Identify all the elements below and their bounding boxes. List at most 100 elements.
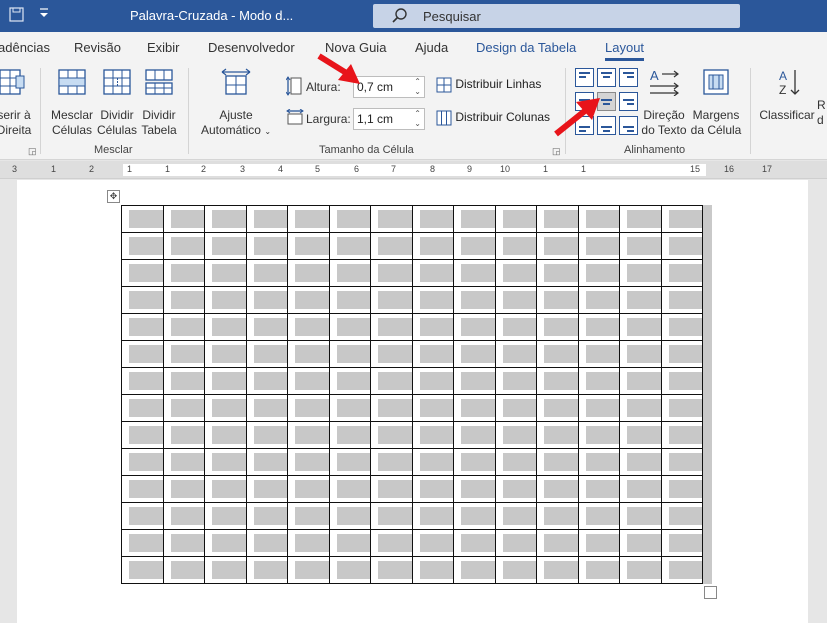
sort-button[interactable]: AZ Classificar [758, 68, 816, 123]
search-box[interactable]: Pesquisar [373, 4, 740, 28]
table-cell[interactable] [577, 340, 620, 368]
table-cell[interactable] [494, 205, 537, 233]
autofit-button[interactable]: Ajuste Automático ⌄ [194, 68, 278, 139]
table-cell[interactable] [619, 232, 662, 260]
table-cell[interactable] [287, 259, 330, 287]
table-cell[interactable] [204, 367, 247, 395]
table-cell[interactable] [204, 313, 247, 341]
table-cell[interactable] [121, 340, 164, 368]
table-cell[interactable] [162, 286, 205, 314]
table-cell[interactable] [660, 529, 703, 557]
table-cell[interactable] [536, 286, 579, 314]
table-cell[interactable] [411, 448, 454, 476]
table-cell[interactable] [204, 529, 247, 557]
table-cell[interactable] [577, 556, 620, 584]
table-cell[interactable] [660, 286, 703, 314]
table-cell[interactable] [411, 259, 454, 287]
horizontal-ruler[interactable]: 3 1 2 1 1 2 3 4 5 6 7 8 9 10 1 1 15 16 1… [0, 161, 827, 179]
table-cell[interactable] [121, 313, 164, 341]
table-cell[interactable] [328, 421, 371, 449]
table-cell[interactable] [536, 232, 579, 260]
table-cell[interactable] [245, 340, 288, 368]
table-cell[interactable] [660, 502, 703, 530]
table-cell[interactable] [287, 529, 330, 557]
table-cell[interactable] [162, 556, 205, 584]
table-cell[interactable] [121, 259, 164, 287]
table-cell[interactable] [577, 475, 620, 503]
table-cell[interactable] [453, 529, 496, 557]
table-cell[interactable] [328, 502, 371, 530]
table-cell[interactable] [328, 529, 371, 557]
table-cell[interactable] [619, 502, 662, 530]
table-cell[interactable] [370, 367, 413, 395]
merge-cells-button[interactable]: Mesclar Células [49, 68, 95, 138]
table-cell[interactable] [660, 448, 703, 476]
table-cell[interactable] [411, 205, 454, 233]
table-cell[interactable] [162, 232, 205, 260]
table-cell[interactable] [245, 421, 288, 449]
table-cell[interactable] [287, 205, 330, 233]
split-cells-button[interactable]: Dividir Células [95, 68, 139, 138]
table-cell[interactable] [536, 448, 579, 476]
table-cell[interactable] [287, 286, 330, 314]
table-cell[interactable] [245, 205, 288, 233]
table-cell[interactable] [660, 232, 703, 260]
table-cell[interactable] [494, 340, 537, 368]
table-cell[interactable] [328, 367, 371, 395]
table-cell[interactable] [287, 232, 330, 260]
table-cell[interactable] [411, 367, 454, 395]
table-cell[interactable] [536, 205, 579, 233]
table-cell[interactable] [121, 232, 164, 260]
table-cell[interactable] [494, 313, 537, 341]
table-cell[interactable] [245, 367, 288, 395]
table-cell[interactable] [162, 205, 205, 233]
table-cell[interactable] [536, 475, 579, 503]
table-cell[interactable] [411, 475, 454, 503]
table-cell[interactable] [619, 475, 662, 503]
table-cell[interactable] [370, 502, 413, 530]
align-middle-right-button[interactable] [619, 92, 638, 111]
table-cell[interactable] [453, 232, 496, 260]
table-cell[interactable] [577, 529, 620, 557]
table-cell[interactable] [453, 421, 496, 449]
width-input[interactable]: 1,1 cm ⌃ ⌄ [353, 108, 425, 130]
table-cell[interactable] [370, 313, 413, 341]
table-cell[interactable] [121, 448, 164, 476]
table-cell[interactable] [411, 313, 454, 341]
tab-revisao[interactable]: Revisão [74, 40, 121, 55]
table-cell[interactable] [204, 394, 247, 422]
table-cell[interactable] [245, 502, 288, 530]
spinner-arrows-icon[interactable]: ⌃ ⌄ [414, 77, 421, 97]
table-cell[interactable] [411, 394, 454, 422]
table-cell[interactable] [287, 502, 330, 530]
table-cell[interactable] [660, 394, 703, 422]
table-cell[interactable] [619, 205, 662, 233]
split-table-button[interactable]: Dividir Tabela [139, 68, 179, 138]
table-cell[interactable] [577, 394, 620, 422]
table-cell[interactable] [494, 394, 537, 422]
table-cell[interactable] [577, 232, 620, 260]
table-cell[interactable] [411, 502, 454, 530]
table-cell[interactable] [577, 448, 620, 476]
table-cell[interactable] [619, 556, 662, 584]
table-cell[interactable] [287, 448, 330, 476]
table-cell[interactable] [577, 313, 620, 341]
table-cell[interactable] [453, 367, 496, 395]
table-cell[interactable] [370, 259, 413, 287]
customize-quick-access-icon[interactable] [39, 6, 49, 23]
table-cell[interactable] [660, 367, 703, 395]
table-cell[interactable] [536, 502, 579, 530]
table-cell[interactable] [619, 259, 662, 287]
table-cell[interactable] [494, 556, 537, 584]
table-cell[interactable] [494, 502, 537, 530]
table-cell[interactable] [494, 232, 537, 260]
table-cell[interactable] [121, 394, 164, 422]
table-cell[interactable] [328, 259, 371, 287]
table-cell[interactable] [328, 475, 371, 503]
table-cell[interactable] [370, 394, 413, 422]
table-cell[interactable] [328, 232, 371, 260]
align-top-right-button[interactable] [619, 68, 638, 87]
table-cell[interactable] [121, 529, 164, 557]
table-cell[interactable] [536, 421, 579, 449]
table-cell[interactable] [494, 259, 537, 287]
